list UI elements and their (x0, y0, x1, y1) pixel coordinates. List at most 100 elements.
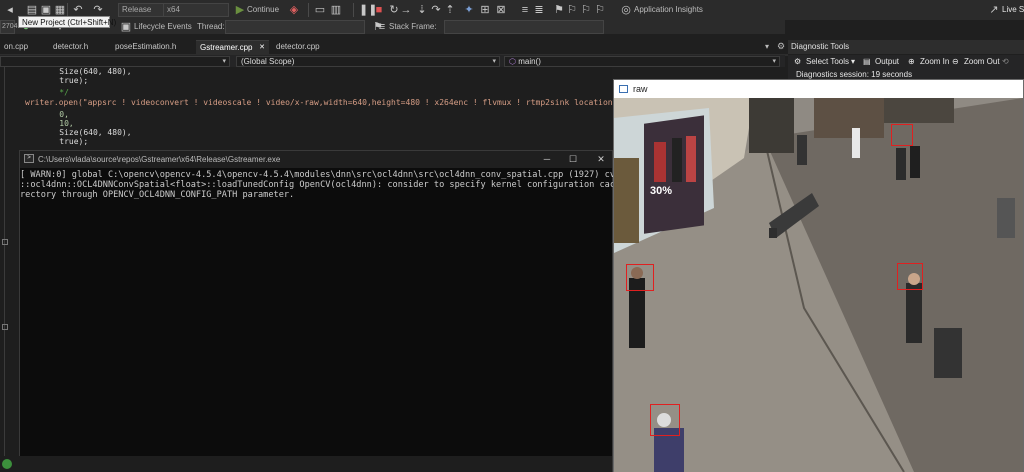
platform-dropdown[interactable]: x64 (163, 3, 229, 17)
code-text: true); (40, 137, 89, 146)
code-text: writer.open("appsrc ! videoconvert ! vid… (25, 98, 612, 107)
stop-icon[interactable]: ■ (373, 4, 385, 16)
console-output: [ WARN:0] global C:\opencv\opencv-4.5.4\… (20, 170, 641, 200)
project-dropdown[interactable]: ▾ (0, 56, 230, 67)
code-text: */ (40, 88, 69, 97)
zoom-out-button[interactable]: Zoom Out (964, 55, 1000, 69)
tab-label: detector.cpp (276, 42, 320, 51)
configuration-value: Release (122, 5, 152, 14)
tab-overflow-icon[interactable]: ▾ (765, 42, 769, 51)
lifecycle-icon: ▣ (120, 21, 132, 33)
document-tabs: on.cpp detector.h poseEstimation.h Gstre… (0, 40, 788, 56)
close-icon[interactable]: ✕ (259, 41, 265, 55)
comment-icon[interactable]: ≡ (519, 4, 531, 16)
scope-dropdown[interactable]: (Global Scope) ▾ (236, 56, 500, 67)
zoom-in-button[interactable]: Zoom In (920, 55, 949, 69)
output-icon: ▤ (863, 57, 871, 66)
bookmark-clear-icon[interactable]: ⚐ (594, 4, 606, 16)
step-icon[interactable]: → (400, 4, 412, 16)
split-icon[interactable]: ▥ (330, 4, 342, 16)
function-dropdown[interactable]: ⬡ main() ▾ (504, 56, 780, 67)
detection-box (626, 264, 654, 291)
zoom-out-icon: ⊖ (952, 57, 959, 66)
process-dropdown[interactable]: 27040 (0, 20, 21, 34)
editor-gutter (0, 67, 12, 472)
diagnostic-toolbar: ⚙ Select Tools ▾ ▤ Output ⊕ Zoom In ⊖ Zo… (788, 55, 1024, 69)
console-titlebar[interactable]: > C:\Users\vlada\source\repos\Gstreamer\… (20, 151, 612, 168)
collapse-icon[interactable] (2, 324, 8, 330)
tab-on-cpp[interactable]: on.cpp (0, 40, 48, 54)
breakpoint-icon[interactable]: ⊞ (479, 4, 491, 16)
debug-location-toolbar: 27040 ● ▾ ▣ Lifecycle Events Thread: ⚑ ≡… (0, 20, 785, 34)
uncomment-icon[interactable]: ≣ (533, 4, 545, 16)
select-tools-button[interactable]: Select Tools (806, 55, 849, 69)
application-insights-button[interactable]: Application Insights (634, 5, 703, 14)
step-out-icon[interactable]: ⇡ (444, 4, 456, 16)
tab-label: Gstreamer.cpp (200, 43, 253, 52)
chevron-down-icon: ▾ (492, 58, 496, 65)
filter-icon[interactable]: ⊠ (495, 4, 507, 16)
code-line: true); (40, 76, 88, 85)
minimize-icon[interactable]: ─ (540, 153, 554, 165)
maximize-icon[interactable]: ☐ (566, 153, 580, 165)
tab-gstreamer-cpp[interactable]: Gstreamer.cpp ✕ (196, 40, 269, 54)
reset-view-icon[interactable]: ⟲ (1002, 55, 1009, 69)
lifecycle-events-button[interactable]: Lifecycle Events (134, 22, 192, 31)
gear-icon: ⚙ (794, 57, 802, 66)
play-icon[interactable]: ▶ (234, 4, 246, 16)
continue-button[interactable]: Continue (247, 5, 279, 14)
chevron-down-icon[interactable]: ▾ (851, 55, 855, 69)
stack-frame-dropdown[interactable] (444, 20, 604, 34)
code-line: 10, (40, 119, 73, 128)
save-all-icon[interactable]: ▦ (54, 4, 66, 16)
diagnostic-tools-title: Diagnostic Tools (791, 42, 850, 51)
raw-window-title: raw (633, 84, 648, 94)
restart-icon[interactable]: ↻ (388, 4, 400, 16)
raw-video-window[interactable]: raw 30% (613, 79, 1024, 472)
hot-reload-icon[interactable]: ✦ (463, 4, 475, 16)
save-icon[interactable]: ▣ (40, 4, 52, 16)
bookmark-next-icon[interactable]: ⚐ (580, 4, 592, 16)
console-window[interactable]: > C:\Users\vlada\source\repos\Gstreamer\… (19, 150, 641, 472)
output-button[interactable]: Output (875, 55, 899, 69)
raw-titlebar[interactable]: raw (614, 80, 1023, 98)
code-line: 0, (40, 110, 69, 119)
step-into-icon[interactable]: ⇣ (416, 4, 428, 16)
thread-filter-icon[interactable]: ≡ (376, 21, 388, 33)
bookmark-icon[interactable]: ⚑ (553, 4, 565, 16)
console-title: C:\Users\vlada\source\repos\Gstreamer\x6… (38, 155, 281, 164)
undo-icon[interactable]: ↶ (72, 4, 84, 16)
close-icon[interactable]: ✕ (594, 153, 608, 165)
tab-pose-estimation-h[interactable]: poseEstimation.h (111, 40, 194, 54)
code-text: Size(640, 480), (40, 128, 132, 137)
console-app-icon: > (24, 154, 34, 163)
stack-frame-label: Stack Frame: (389, 22, 437, 31)
function-icon: ⬡ (509, 57, 516, 66)
tooltip: New Project (Ctrl+Shift+N) (18, 16, 116, 28)
live-share-button[interactable]: Live Sh (1002, 5, 1024, 14)
window-icon[interactable]: ▭ (314, 4, 326, 16)
insights-icon: ◎ (621, 4, 631, 16)
tab-detector-h[interactable]: detector.h (49, 40, 109, 54)
tab-label: poseEstimation.h (115, 42, 177, 51)
thread-dropdown[interactable] (225, 20, 365, 34)
step-over-icon[interactable]: ↷ (430, 4, 442, 16)
bookmark-prev-icon[interactable]: ⚐ (566, 4, 578, 16)
settings-icon[interactable]: ⚙ (777, 41, 785, 52)
detection-box (891, 124, 913, 146)
fire-icon[interactable]: ◈ (288, 4, 300, 16)
configuration-dropdown[interactable]: Release (118, 3, 164, 17)
status-bar (0, 456, 612, 472)
collapse-icon[interactable] (2, 239, 8, 245)
code-text: true); (40, 76, 89, 85)
tab-detector-cpp[interactable]: detector.cpp (272, 40, 342, 54)
zoom-in-icon: ⊕ (908, 57, 915, 66)
open-folder-icon[interactable]: ▤ (26, 4, 38, 16)
window-icon (619, 85, 628, 93)
pause-icon[interactable]: ❚❚ (359, 4, 377, 16)
back-icon[interactable]: ◂ (4, 4, 16, 16)
redo-icon[interactable]: ↷ (92, 4, 104, 16)
code-line: Size(640, 480), (40, 67, 131, 76)
status-ok-icon (2, 459, 12, 469)
code-line: true); (40, 137, 88, 146)
